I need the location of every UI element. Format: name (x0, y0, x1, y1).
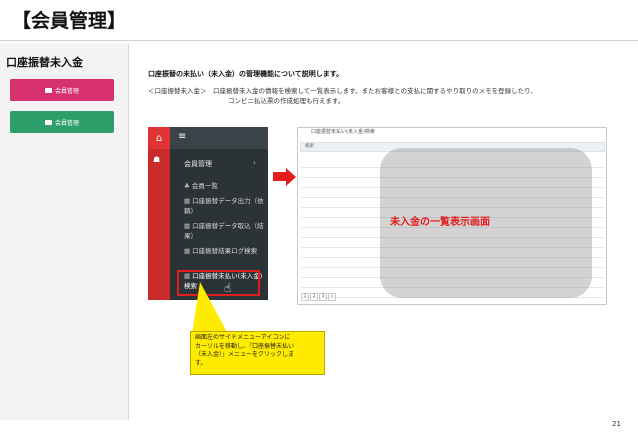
overlay-label: 未入金の一覧表示画面 (390, 217, 490, 228)
hand-cursor-icon: ☝ (224, 281, 232, 295)
button-label: 会員管理 (54, 87, 79, 95)
button-label: 会員管理 (54, 119, 79, 127)
page-button[interactable]: 1 (301, 293, 309, 301)
instruction-callout: 画面左のサイドメニューアイコンに カーソルを移動し、「口座振替未払い （未入金）… (190, 331, 325, 375)
members-icon[interactable]: ☗ (153, 155, 160, 164)
sidebar-group-member-management[interactable]: 会員管理 (184, 159, 212, 169)
screenshot-title: 口座振替未払い(未入金)検索 (311, 129, 375, 135)
card-icon (44, 87, 52, 93)
description-heading: 口座振替の未払い（未入金）の管理機能について説明します。 (148, 70, 344, 78)
sidebar-item-label: 口座振替データ出力（依頼） (184, 197, 264, 215)
page-number: 21 (612, 420, 621, 428)
arrow-body (273, 172, 286, 181)
page-next-button[interactable]: » (328, 293, 336, 301)
bank-icon: ▦ (184, 197, 191, 205)
title-divider (0, 40, 638, 41)
page-title: 【会員管理】 (12, 10, 127, 32)
card-icon (44, 119, 52, 125)
sidebar-item-transfer-log[interactable]: ▦ 口座振替結果ログ検索 (184, 246, 264, 256)
callout-pointer (192, 282, 228, 334)
description-line-1: ＜口座振替未入金＞ 口座振替未入金の情報を検索して一覧表示します。またお客様との… (148, 87, 537, 95)
page-button[interactable]: 3 (319, 293, 327, 301)
sidebar-item-label: 口座振替データ取込（結果） (184, 222, 264, 240)
sidebar-icon-strip (148, 149, 170, 300)
home-icon[interactable]: ⌂ (148, 127, 170, 149)
sidebar-item-label: 会員一覧 (191, 182, 218, 190)
sidebar-item-label: 口座振替結果ログ検索 (192, 247, 258, 255)
pagination[interactable]: 1 2 3» (301, 293, 337, 301)
arrow-right-icon (286, 168, 296, 186)
callout-line: 画面左のサイドメニューアイコンに (195, 334, 291, 341)
description-line-2: コンビニ払込票の作成処理も行えます。 (228, 97, 345, 105)
sidebar-item-transfer-import[interactable]: ▦ 口座振替データ取込（結果） (184, 221, 264, 241)
table-header (301, 154, 332, 168)
callout-line: す。 (195, 359, 207, 367)
user-icon: ♣ (184, 182, 190, 190)
bank-icon: ▦ (184, 222, 191, 230)
left-panel-heading: 口座振替未入金 (6, 56, 83, 69)
member-management-button-green[interactable]: 会員管理 (10, 111, 114, 133)
member-management-button-pink[interactable]: 会員管理 (10, 79, 114, 101)
hamburger-menu-icon[interactable]: ≡ (178, 131, 186, 142)
table-header (331, 154, 362, 168)
chevron-left-icon: ‹ (253, 159, 256, 167)
page-button[interactable]: 2 (310, 293, 318, 301)
callout-line: カーソルを移動し、「口座振替未払い (195, 342, 295, 350)
sidebar-item-transfer-export[interactable]: ▦ 口座振替データ出力（依頼） (184, 196, 264, 216)
sidebar-item-member-list[interactable]: ♣ 会員一覧 (184, 181, 264, 191)
callout-line: （未入金）」メニューをクリックしま (195, 351, 295, 358)
bank-icon: ▦ (184, 247, 191, 255)
